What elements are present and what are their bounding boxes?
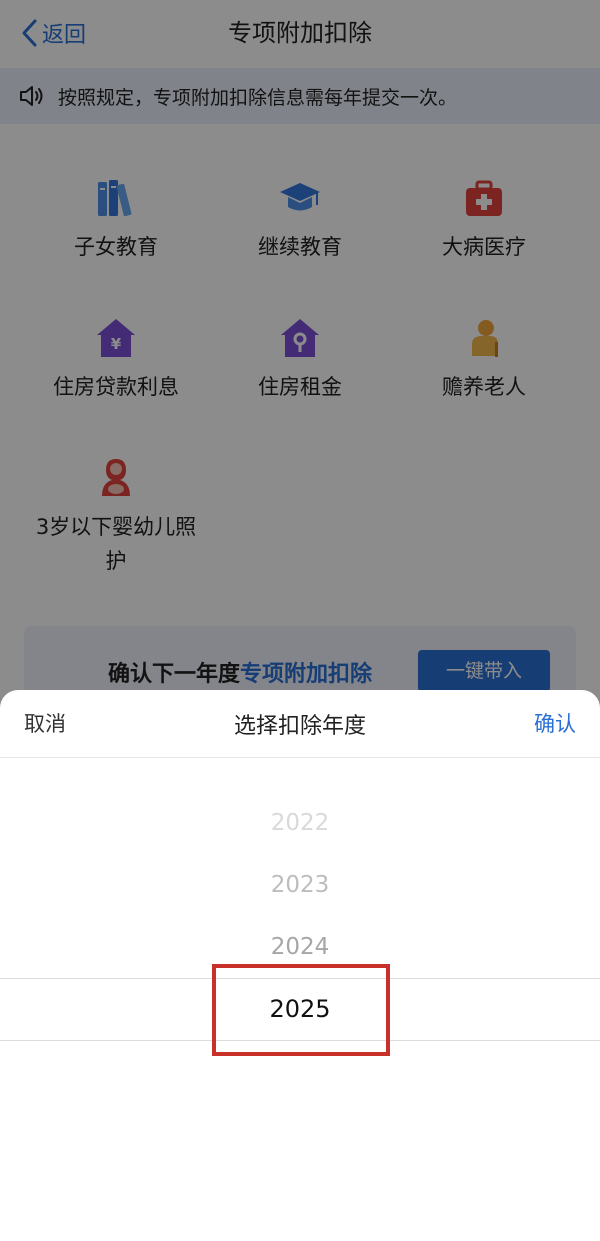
sheet-title: 选择扣除年度: [233, 714, 366, 739]
annotation-highlight-box: [212, 964, 390, 1056]
picker-option[interactable]: 2024: [0, 934, 600, 960]
sheet-header: 取消 选择扣除年度 确认: [0, 690, 600, 758]
confirm-button[interactable]: 确认: [534, 708, 576, 738]
picker-option[interactable]: 2022: [0, 810, 600, 836]
year-picker-sheet: 取消 选择扣除年度 确认 2022 2023 2024 2025: [0, 690, 600, 1241]
picker-option[interactable]: 2023: [0, 872, 600, 898]
